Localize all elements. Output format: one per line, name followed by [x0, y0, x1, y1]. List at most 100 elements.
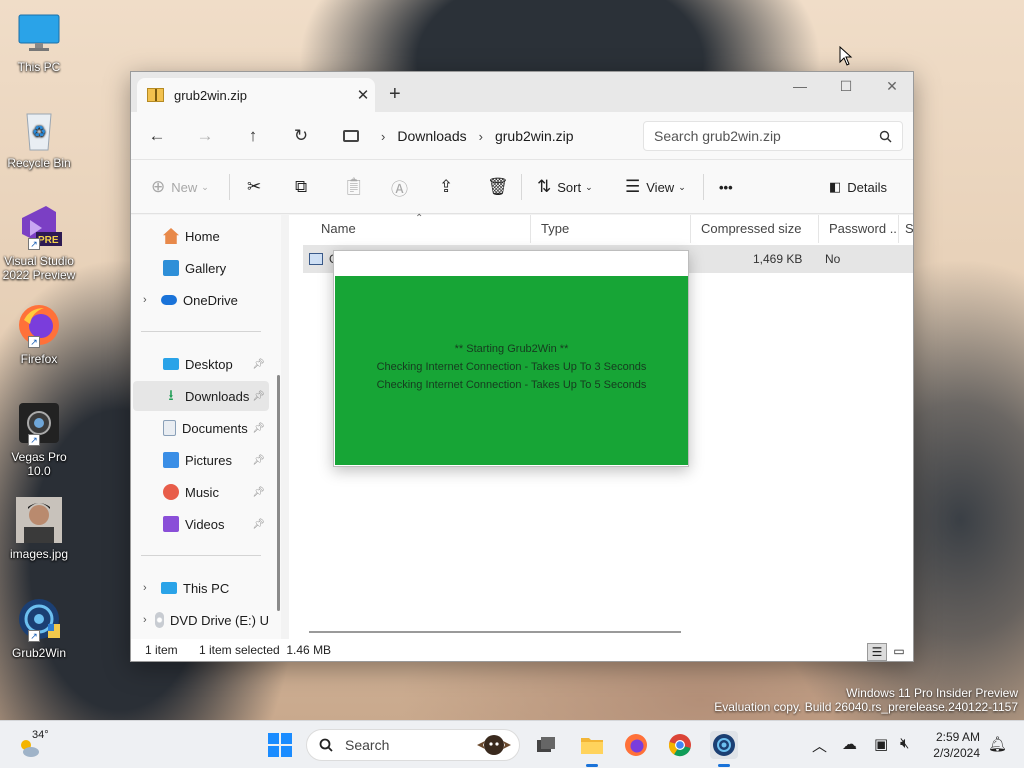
- chevron-right-icon[interactable]: ›: [143, 614, 151, 626]
- sidebar-item-music[interactable]: Music 📌︎: [133, 477, 269, 507]
- sidebar-item-onedrive[interactable]: › OneDrive: [133, 285, 269, 315]
- breadcrumb-downloads[interactable]: Downloads: [397, 128, 466, 144]
- sidebar-item-this-pc[interactable]: › This PC: [133, 573, 269, 603]
- rename-button[interactable]: Ⓐ: [391, 174, 414, 200]
- sort-label: Sort: [557, 179, 582, 195]
- column-header-compressed-size[interactable]: Compressed size: [691, 215, 819, 243]
- sidebar-item-desktop[interactable]: Desktop 📌︎: [133, 349, 269, 379]
- breadcrumb[interactable]: › Downloads › grub2win.zip: [335, 121, 631, 151]
- more-options-button[interactable]: •••: [719, 174, 733, 200]
- start-button[interactable]: [266, 731, 294, 759]
- details-view-button[interactable]: ☰: [867, 643, 887, 661]
- forward-button[interactable]: →: [191, 122, 219, 150]
- grub2win-status-panel: ** Starting Grub2Win ** Checking Interne…: [335, 276, 688, 465]
- tiles-view-button[interactable]: ▭: [889, 643, 909, 661]
- details-button[interactable]: ◧ Details: [829, 174, 887, 200]
- cut-button[interactable]: ✂: [247, 174, 267, 200]
- sidebar-item-home[interactable]: Home: [133, 221, 269, 251]
- column-header-type[interactable]: Type: [531, 215, 691, 243]
- pin-icon: 📌︎: [252, 358, 265, 370]
- sidebar-item-pictures[interactable]: Pictures 📌︎: [133, 445, 269, 475]
- pc-icon: [343, 130, 359, 142]
- onedrive-offline-icon[interactable]: ☁: [842, 735, 857, 753]
- volume-muted-icon[interactable]: 🔇︎: [900, 735, 909, 752]
- firefox-icon: [625, 734, 647, 756]
- desktop-icon-this-pc[interactable]: This PC: [2, 10, 76, 74]
- grub2win-icon: [713, 734, 735, 756]
- pin-icon: 📌︎: [252, 454, 265, 466]
- search-input[interactable]: Search grub2win.zip: [643, 121, 903, 151]
- clock-date: 2/3/2024: [933, 746, 980, 760]
- paste-button[interactable]: 📋︎: [343, 174, 371, 200]
- back-button[interactable]: ←: [143, 122, 171, 150]
- sidebar-item-downloads[interactable]: ⭳ Downloads 📌︎: [133, 381, 269, 411]
- clock[interactable]: 2:59 AM 2/3/2024: [920, 729, 980, 761]
- up-button[interactable]: ↑: [239, 122, 267, 150]
- pin-icon: 📌︎: [252, 486, 265, 498]
- search-icon: [879, 130, 892, 142]
- sidebar-item-gallery[interactable]: Gallery: [133, 253, 269, 283]
- desktop-icon-visual-studio[interactable]: PRE ↗ Visual Studio 2022 Preview: [2, 204, 76, 282]
- desktop-icon-firefox[interactable]: ↗ Firefox: [2, 302, 76, 366]
- chrome-taskbar-button[interactable]: [666, 731, 694, 759]
- desktop-icon-grub2win[interactable]: ↗ Grub2Win: [2, 596, 76, 660]
- minimize-button[interactable]: —: [777, 72, 823, 102]
- taskbar: 34° Search ︿ ☁ ▣ 🔇︎ 2:59 AM 2/3/2024 🔔︎: [0, 720, 1024, 768]
- tab-close-button[interactable]: ✕: [351, 86, 375, 104]
- navigation-scrollbar[interactable]: [277, 375, 280, 611]
- column-header-label: Type: [541, 221, 570, 236]
- refresh-button[interactable]: ↻: [287, 122, 315, 150]
- new-button[interactable]: ⊕ New ⌄: [151, 174, 209, 200]
- taskbar-search[interactable]: Search: [306, 729, 520, 761]
- title-bar: grub2win.zip ✕ + — ☐ ✕: [131, 72, 913, 112]
- copy-button[interactable]: ⧉: [295, 174, 313, 200]
- new-tab-button[interactable]: +: [389, 84, 401, 104]
- grub2win-icon: ↗: [16, 596, 62, 642]
- show-hidden-icons-button[interactable]: ︿: [812, 735, 827, 756]
- sidebar-item-dvd-drive[interactable]: › DVD Drive (E:) U: [133, 605, 269, 635]
- command-bar: ⊕ New ⌄ ✂ ⧉ 📋︎ Ⓐ ⇪ 🗑︎ ⇅ Sort ⌄ ☰ View ⌄ …: [131, 160, 913, 214]
- sort-button[interactable]: ⇅ Sort ⌄: [537, 174, 593, 200]
- chevron-right-icon[interactable]: ›: [143, 294, 157, 306]
- firefox-taskbar-button[interactable]: [622, 731, 650, 759]
- chevron-right-icon[interactable]: ›: [143, 582, 157, 594]
- sidebar-item-label: DVD Drive (E:) U: [170, 612, 269, 628]
- trash-icon: 🗑︎: [487, 177, 509, 196]
- delete-button[interactable]: 🗑︎: [487, 174, 515, 200]
- desktop-icon-recycle-bin[interactable]: ♻ Recycle Bin: [2, 106, 76, 170]
- maximize-button[interactable]: ☐: [823, 72, 869, 102]
- sidebar-item-label: Documents: [182, 420, 248, 436]
- gallery-icon: [163, 260, 179, 276]
- column-header-password[interactable]: Password ...: [819, 215, 899, 243]
- sidebar-item-documents[interactable]: Documents 📌︎: [133, 413, 269, 443]
- notification-bell-icon[interactable]: 🔔︎: [988, 735, 1007, 753]
- network-icon[interactable]: ▣: [874, 735, 888, 753]
- view-button[interactable]: ☰ View ⌄: [625, 174, 686, 200]
- sidebar-item-videos[interactable]: Videos 📌︎: [133, 509, 269, 539]
- application-icon: [309, 253, 323, 265]
- desktop-icon-label: Recycle Bin: [7, 156, 71, 170]
- grub2win-taskbar-button[interactable]: [710, 731, 738, 767]
- tab-grub2win-zip[interactable]: grub2win.zip ✕: [137, 78, 375, 112]
- breadcrumb-grub2win-zip[interactable]: grub2win.zip: [495, 128, 574, 144]
- status-line: Checking Internet Connection - Takes Up …: [376, 361, 647, 373]
- search-highlight-icon: [477, 735, 511, 755]
- chrome-icon: [668, 734, 691, 757]
- desktop-icon-vegas-pro[interactable]: ↗ Vegas Pro 10.0: [2, 400, 76, 478]
- column-header-size[interactable]: Si: [899, 215, 913, 243]
- sort-icon: ⇅: [537, 177, 552, 196]
- horizontal-scrollbar[interactable]: [309, 631, 681, 633]
- vegas-pro-icon: ↗: [16, 400, 62, 446]
- task-view-button[interactable]: [532, 731, 560, 759]
- sidebar-item-label: Videos: [185, 516, 225, 532]
- file-explorer-taskbar-button[interactable]: [578, 731, 606, 767]
- close-button[interactable]: ✕: [869, 72, 915, 102]
- weather-temperature: 34°: [32, 729, 49, 741]
- desktop-icon-images-jpg[interactable]: images.jpg: [2, 497, 76, 561]
- column-header-name[interactable]: Name ⌃: [311, 213, 531, 243]
- share-button[interactable]: ⇪: [439, 174, 459, 200]
- weather-widget[interactable]: 34°: [16, 727, 56, 763]
- document-icon: [163, 420, 176, 436]
- windows-logo-icon: [268, 733, 292, 757]
- search-placeholder: Search grub2win.zip: [654, 128, 781, 144]
